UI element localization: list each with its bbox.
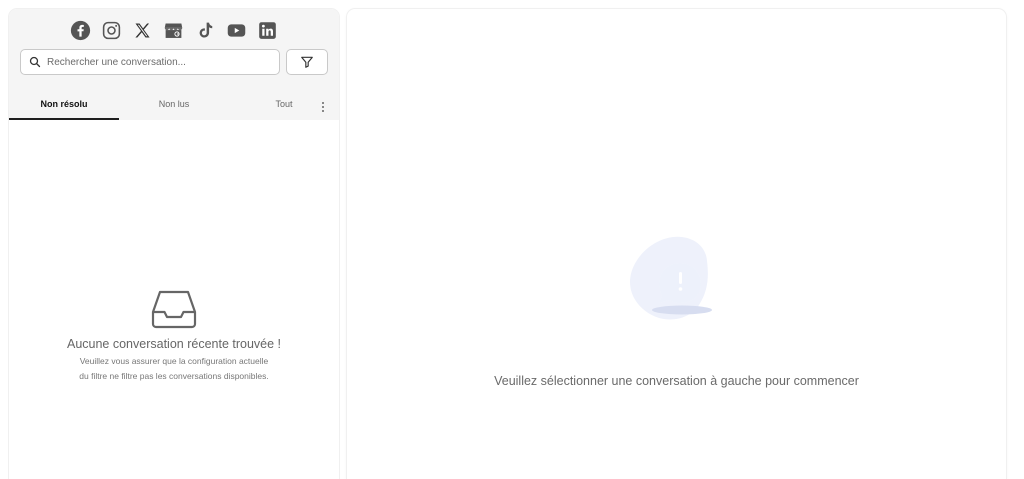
youtube-icon[interactable]: [226, 19, 248, 41]
tab-non-lus[interactable]: Non lus: [119, 93, 229, 120]
instagram-icon[interactable]: [100, 19, 122, 41]
conversation-tabs: Non résolu Non lus Tout: [9, 93, 339, 120]
linkedin-icon[interactable]: [257, 19, 279, 41]
search-icon: [29, 56, 41, 68]
search-input[interactable]: [47, 56, 279, 68]
x-twitter-icon[interactable]: [132, 19, 154, 41]
select-conversation-message: Veuillez sélectionner une conversation à…: [494, 374, 859, 388]
search-row: [20, 49, 328, 75]
empty-state-description: Veuillez vous assurer que la configurati…: [79, 356, 269, 381]
empty-state-title: Aucune conversation récente trouvée !: [66, 337, 282, 351]
facebook-icon[interactable]: [69, 19, 91, 41]
empty-state: Aucune conversation récente trouvée ! Ve…: [9, 289, 339, 384]
filter-button[interactable]: [286, 49, 328, 75]
no-selection-illustration: [627, 234, 727, 334]
more-options-icon[interactable]: [318, 100, 328, 114]
filter-icon: [301, 56, 313, 68]
social-channel-filter: [69, 19, 279, 41]
inbox-icon: [151, 289, 197, 329]
google-business-icon[interactable]: [163, 19, 185, 41]
tab-non-resolu[interactable]: Non résolu: [9, 93, 119, 120]
conversation-list-header: Non résolu Non lus Tout: [9, 9, 339, 120]
conversation-view-panel: Veuillez sélectionner une conversation à…: [347, 9, 1006, 479]
tiktok-icon[interactable]: [194, 19, 216, 41]
conversation-list-panel: Non résolu Non lus Tout Aucune conversat…: [9, 9, 339, 479]
search-box[interactable]: [20, 49, 280, 75]
